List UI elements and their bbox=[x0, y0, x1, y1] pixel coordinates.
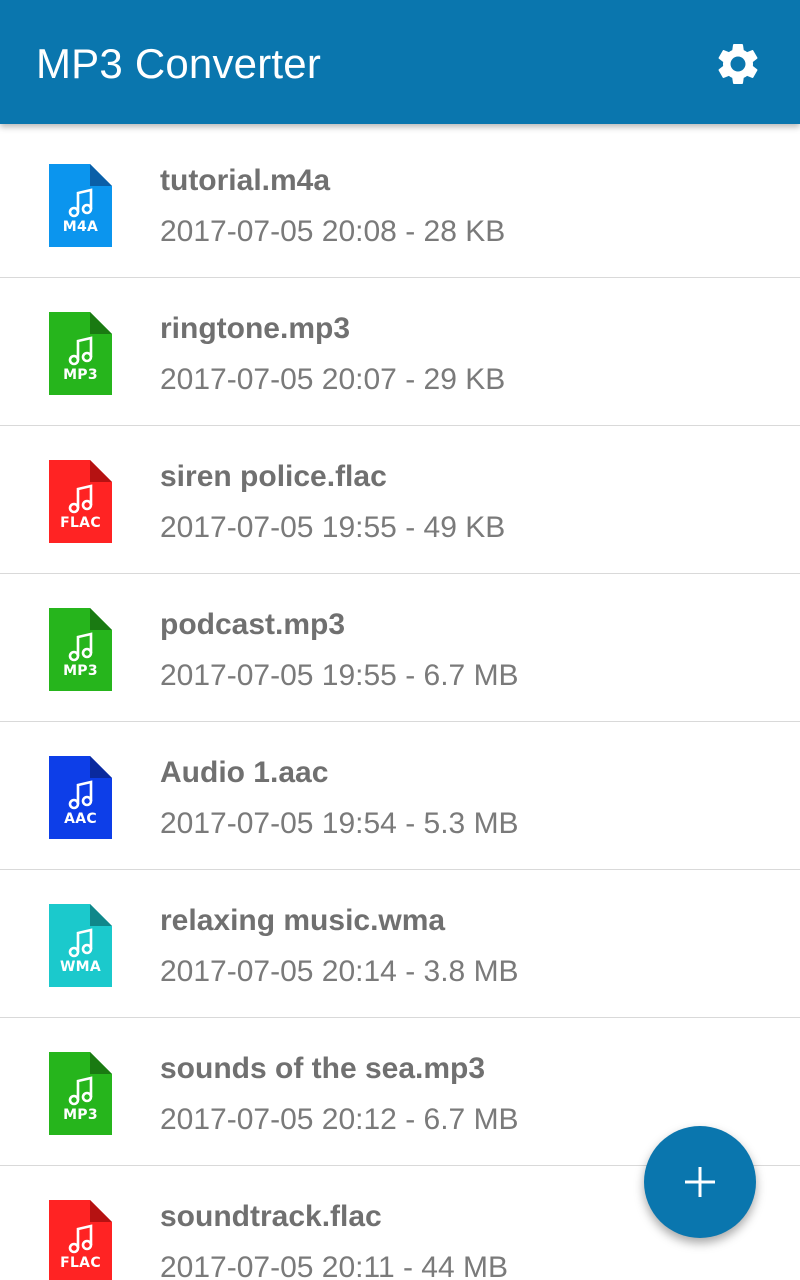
audio-file-icon: AAC bbox=[49, 756, 112, 839]
audio-file-icon: FLAC bbox=[49, 1200, 112, 1280]
file-date-size: 2017-07-05 19:55 - 49 KB bbox=[160, 511, 506, 544]
file-date-size: 2017-07-05 20:11 - 44 MB bbox=[160, 1251, 509, 1280]
file-name: tutorial.m4a bbox=[160, 164, 331, 197]
file-date-size: 2017-07-05 20:07 - 29 KB bbox=[160, 363, 506, 396]
audio-file-icon: MP3 bbox=[49, 608, 112, 691]
file-type-label: AAC bbox=[64, 811, 97, 827]
file-date-size: 2017-07-05 19:55 - 6.7 MB bbox=[160, 659, 519, 692]
file-name: podcast.mp3 bbox=[160, 608, 346, 641]
app-bar: MP3 Converter bbox=[0, 0, 800, 124]
file-type-label: MP3 bbox=[63, 367, 98, 383]
audio-file-icon: MP3 bbox=[49, 1052, 112, 1135]
file-name: soundtrack.flac bbox=[160, 1200, 382, 1233]
page-title: MP3 Converter bbox=[36, 40, 322, 87]
file-type-label: MP3 bbox=[63, 663, 98, 679]
file-date-size: 2017-07-05 20:12 - 6.7 MB bbox=[160, 1103, 519, 1136]
app-screen: MP3 Converter M4A tutorial.m4a 2017-07-05 … bbox=[0, 0, 800, 1280]
file-type-label: FLAC bbox=[60, 1255, 101, 1271]
gear-icon bbox=[718, 44, 758, 84]
list-item[interactable]: FLAC siren police.flac 2017-07-05 19:55 - … bbox=[0, 426, 800, 574]
audio-file-icon: WMA bbox=[49, 904, 112, 987]
file-name: sounds of the sea.mp3 bbox=[160, 1052, 486, 1085]
file-type-label: MP3 bbox=[63, 1107, 98, 1123]
audio-file-icon: M4A bbox=[49, 164, 112, 247]
file-type-label: FLAC bbox=[60, 515, 101, 531]
file-date-size: 2017-07-05 19:54 - 5.3 MB bbox=[160, 807, 519, 840]
add-file-button[interactable] bbox=[644, 1126, 756, 1238]
list-item[interactable]: MP3 podcast.mp3 2017-07-05 19:55 - 6.7 MB bbox=[0, 574, 800, 722]
audio-file-icon: FLAC bbox=[49, 460, 112, 543]
file-date-size: 2017-07-05 20:08 - 28 KB bbox=[160, 215, 506, 248]
file-date-size: 2017-07-05 20:14 - 3.8 MB bbox=[160, 955, 519, 988]
file-name: siren police.flac bbox=[160, 460, 387, 493]
settings-button[interactable] bbox=[710, 36, 766, 92]
list-item[interactable]: WMA relaxing music.wma 2017-07-05 20:14 - … bbox=[0, 870, 800, 1018]
list-item[interactable]: MP3 ringtone.mp3 2017-07-05 20:07 - 29 KB bbox=[0, 278, 800, 426]
audio-file-icon: MP3 bbox=[49, 312, 112, 395]
file-name: ringtone.mp3 bbox=[160, 312, 351, 345]
list-item[interactable]: AAC Audio 1.aac 2017-07-05 19:54 - 5.3 MB bbox=[0, 722, 800, 870]
file-name: Audio 1.aac bbox=[160, 756, 329, 789]
file-list: M4A tutorial.m4a 2017-07-05 20:08 - 28 KB M… bbox=[0, 130, 800, 1280]
plus-icon bbox=[685, 1167, 715, 1197]
file-type-label: WMA bbox=[59, 959, 102, 975]
file-type-label: M4A bbox=[62, 219, 99, 235]
file-name: relaxing music.wma bbox=[160, 904, 446, 937]
list-item[interactable]: M4A tutorial.m4a 2017-07-05 20:08 - 28 KB bbox=[0, 130, 800, 278]
